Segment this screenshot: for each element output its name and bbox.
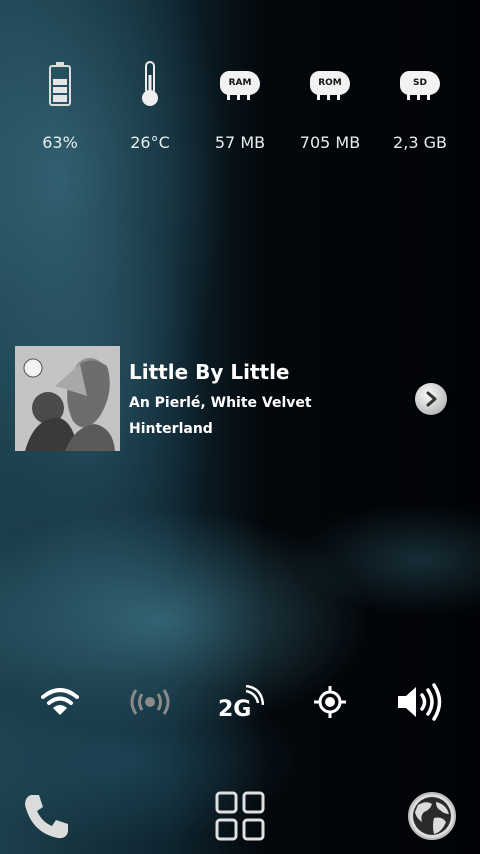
sound-toggle[interactable] bbox=[388, 678, 452, 726]
album-art-image bbox=[15, 346, 120, 451]
ram-chip-label: RAM bbox=[220, 71, 260, 95]
chevron-right-icon bbox=[426, 391, 437, 407]
ram-stat[interactable]: RAM 57 MB bbox=[195, 55, 285, 152]
sd-chip-icon: SD bbox=[397, 68, 443, 100]
sd-chip-label: SD bbox=[400, 71, 440, 95]
track-artist: An Pierlé, White Velvet bbox=[129, 395, 312, 411]
battery-stat[interactable]: 63% bbox=[15, 55, 105, 152]
track-title: Little By Little bbox=[129, 360, 290, 384]
gps-toggle[interactable] bbox=[298, 678, 362, 726]
speaker-icon bbox=[398, 683, 442, 721]
thermometer-icon bbox=[142, 61, 158, 106]
app-drawer-button[interactable] bbox=[210, 786, 270, 846]
globe-icon bbox=[408, 792, 456, 840]
quick-toggles: 2G bbox=[0, 678, 480, 726]
gps-icon bbox=[314, 686, 346, 718]
system-stats-widget: 63% 26°C RAM 57 MB ROM 705 MB SD 2,3 GB bbox=[0, 55, 480, 165]
mobile-data-toggle[interactable]: 2G bbox=[208, 678, 272, 726]
battery-value: 63% bbox=[42, 133, 78, 152]
sd-value: 2,3 GB bbox=[393, 133, 447, 152]
battery-icon bbox=[49, 62, 71, 106]
dock bbox=[0, 786, 480, 846]
music-player-widget: Little By Little An Pierlé, White Velvet… bbox=[15, 346, 465, 452]
rom-stat[interactable]: ROM 705 MB bbox=[285, 55, 375, 152]
ram-chip-icon: RAM bbox=[217, 68, 263, 100]
track-album: Hinterland bbox=[129, 421, 213, 437]
temperature-stat[interactable]: 26°C bbox=[105, 55, 195, 152]
album-cover[interactable] bbox=[15, 346, 120, 451]
app-grid-icon bbox=[215, 791, 265, 841]
rom-chip-label: ROM bbox=[310, 71, 350, 95]
mobile-data-label: 2G bbox=[218, 697, 251, 719]
browser-button[interactable] bbox=[402, 786, 462, 846]
temperature-value: 26°C bbox=[130, 133, 170, 152]
rom-chip-icon: ROM bbox=[307, 68, 353, 100]
rom-value: 705 MB bbox=[299, 133, 361, 152]
2g-icon: 2G bbox=[218, 685, 264, 719]
phone-button[interactable] bbox=[16, 786, 76, 846]
wifi-toggle[interactable] bbox=[28, 678, 92, 726]
wireless-broadcast-icon bbox=[130, 689, 170, 715]
nfc-toggle[interactable] bbox=[118, 678, 182, 726]
phone-icon bbox=[25, 795, 68, 839]
next-track-button[interactable] bbox=[415, 383, 447, 415]
wifi-icon bbox=[41, 688, 79, 715]
ram-value: 57 MB bbox=[214, 133, 266, 152]
sd-stat[interactable]: SD 2,3 GB bbox=[375, 55, 465, 152]
